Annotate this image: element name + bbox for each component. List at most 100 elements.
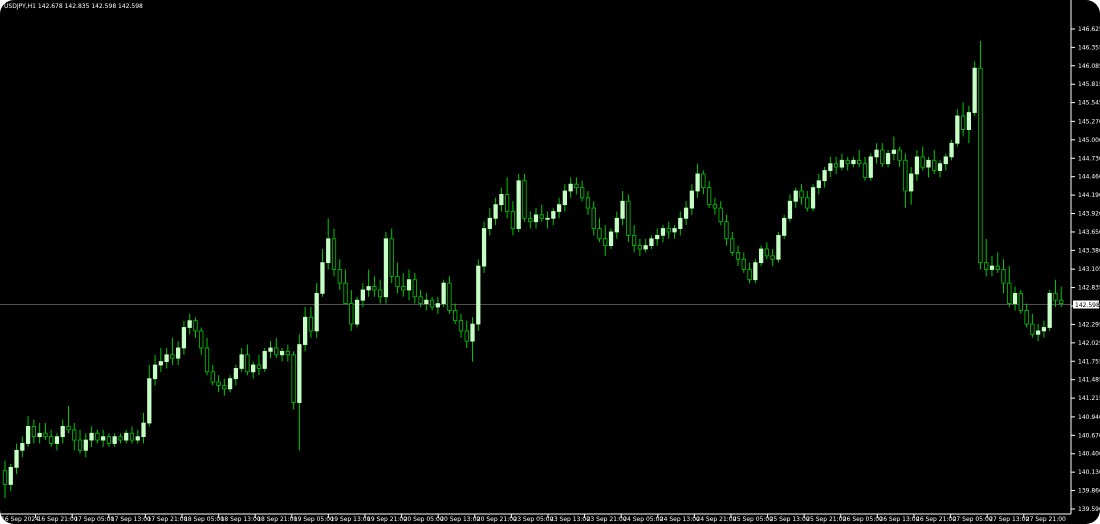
candle-body — [1024, 310, 1029, 325]
candle — [256, 354, 262, 376]
candle-body — [20, 443, 25, 451]
chart-window[interactable]: 146.625 146.355 146.085 145.815 145.545 145.2… — [0, 0, 1100, 524]
candle — [210, 365, 215, 386]
candle-body — [955, 115, 960, 144]
candle — [222, 378, 227, 396]
candle — [493, 197, 498, 226]
candle — [920, 146, 925, 171]
candle-body — [320, 262, 325, 294]
candle — [147, 365, 152, 427]
candle — [955, 109, 960, 147]
candle-body — [545, 217, 550, 220]
candle — [655, 228, 660, 246]
candle-body — [118, 436, 123, 441]
candle — [828, 156, 833, 178]
candle-body — [141, 422, 146, 438]
candle-body — [539, 214, 544, 219]
candle-body — [833, 163, 839, 168]
candle — [862, 156, 868, 181]
candle — [747, 262, 752, 284]
candle-body — [49, 436, 54, 444]
candle-body — [378, 289, 383, 298]
candle-body — [683, 207, 689, 219]
candle-body — [1001, 269, 1006, 284]
candle — [372, 276, 377, 297]
candle — [539, 204, 544, 222]
candle — [689, 184, 694, 215]
candle — [1030, 313, 1035, 338]
candle — [753, 259, 758, 284]
candle — [100, 429, 106, 447]
candle-body — [418, 296, 423, 305]
candle-body — [158, 361, 163, 366]
candle-body — [966, 112, 972, 130]
candle-body — [718, 207, 723, 223]
candle-body — [1036, 330, 1041, 335]
candle-body — [516, 180, 521, 229]
price-tick-label: 139.860 — [1078, 488, 1100, 495]
price-tick-label: 144.190 — [1078, 192, 1100, 199]
candle — [1053, 279, 1058, 308]
candle — [678, 211, 683, 236]
candle-body — [626, 200, 631, 236]
candle — [551, 208, 556, 226]
candle-body — [291, 354, 296, 403]
price-tick-label: 143.920 — [1078, 211, 1100, 218]
candle-body — [395, 275, 400, 287]
candle-body — [960, 115, 966, 130]
candle — [897, 146, 902, 168]
price-tick-label: 140.400 — [1078, 451, 1100, 458]
candle — [1024, 303, 1029, 328]
candle-body — [1012, 292, 1018, 305]
candle-body — [874, 149, 879, 158]
candle — [741, 252, 746, 273]
candle — [302, 307, 308, 352]
candle-body — [256, 364, 262, 369]
candle — [481, 221, 487, 273]
candle — [164, 347, 169, 369]
candle-body — [695, 173, 700, 192]
candle-body — [505, 194, 510, 212]
candle-body — [799, 190, 804, 199]
candle-body — [285, 350, 290, 356]
candle-body — [522, 180, 527, 219]
candle-body — [349, 303, 354, 325]
candle — [251, 361, 256, 379]
price-tick-label: 140.940 — [1078, 414, 1100, 421]
candle — [978, 40, 983, 270]
candle — [730, 231, 735, 256]
candle-body — [210, 371, 215, 383]
candle — [25, 416, 31, 447]
candle — [533, 208, 539, 229]
candle — [464, 320, 469, 348]
candles-layer — [2, 40, 1064, 499]
candle — [568, 177, 573, 198]
candle — [851, 156, 856, 168]
candle — [2, 460, 8, 499]
time-tick-label: 16 Sep 2024 — [1, 516, 39, 523]
candle — [8, 463, 13, 492]
candle — [787, 194, 793, 222]
candle-body — [828, 163, 833, 171]
candle-body — [857, 159, 862, 165]
price-tick-label: 139.590 — [1078, 506, 1100, 513]
candle — [129, 426, 135, 444]
candle-body — [845, 159, 850, 165]
candle — [378, 279, 383, 304]
candle-body — [580, 187, 585, 199]
candle — [118, 433, 123, 444]
candle-body — [112, 436, 117, 444]
candle-body — [533, 214, 539, 223]
candle — [95, 429, 100, 444]
candle — [683, 201, 689, 226]
candle — [631, 225, 637, 253]
candlestick-chart[interactable]: 146.625 146.355 146.085 145.815 145.545 145.2… — [0, 0, 1100, 524]
candle-body — [245, 354, 250, 373]
candle — [643, 238, 648, 253]
current-price-tag-label: 142.598 — [1075, 302, 1100, 309]
price-tick-label: 141.215 — [1078, 395, 1100, 402]
candle — [1059, 286, 1064, 308]
candle — [845, 156, 850, 171]
price-tick-label: 145.270 — [1078, 118, 1100, 125]
candle — [89, 426, 94, 447]
